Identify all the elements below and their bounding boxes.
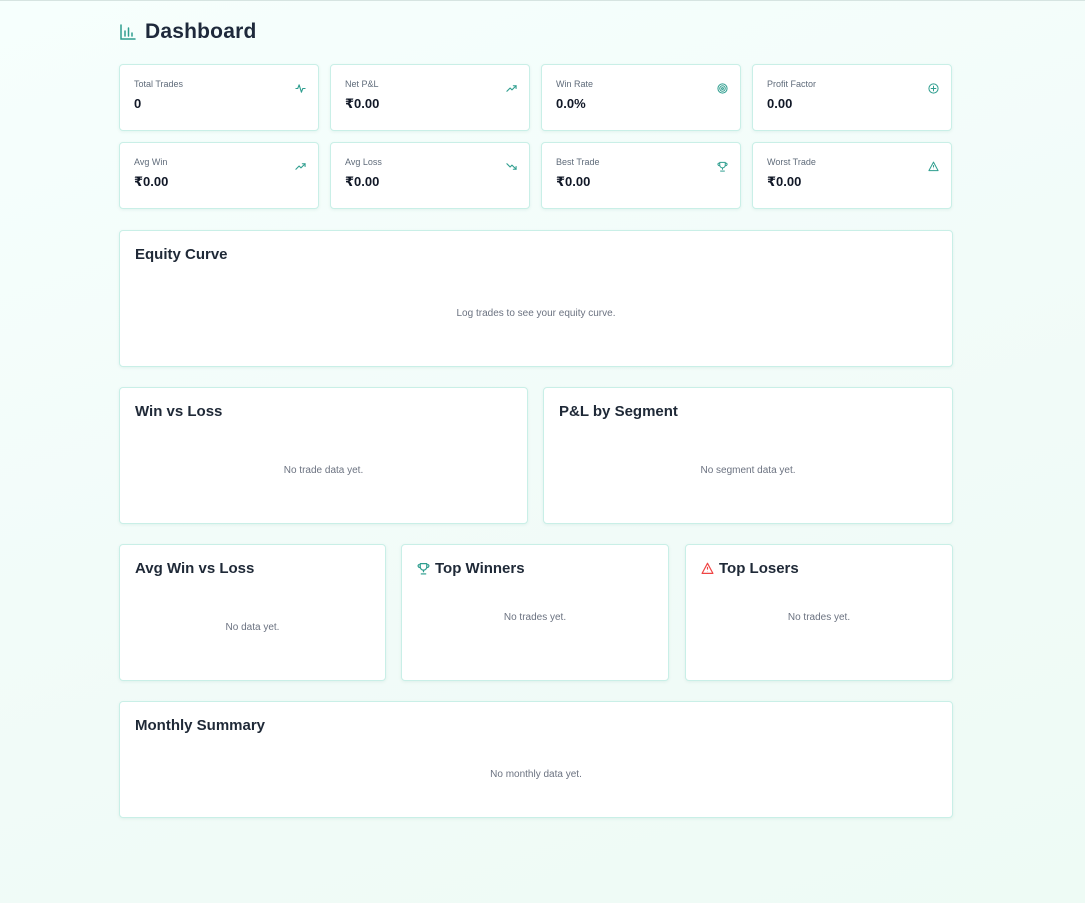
page-header: Dashboard: [119, 15, 953, 49]
dashboard-content: Dashboard Total Trades 0 Net P&L ₹0.00 W…: [119, 0, 953, 818]
stat-label: Win Rate: [556, 79, 594, 89]
card-title: Win vs Loss: [135, 403, 223, 420]
stat-card-avg-win: Avg Win ₹0.00: [119, 142, 319, 209]
card-title: P&L by Segment: [559, 403, 678, 420]
stat-value: 0.0%: [556, 96, 586, 111]
empty-state-text: No trades yet.: [787, 612, 851, 623]
stat-value: ₹0.00: [134, 174, 169, 189]
gauge-icon: [928, 81, 939, 94]
stat-value: ₹0.00: [556, 174, 591, 189]
alert-triangle-icon: [701, 562, 714, 575]
stat-label: Total Trades: [134, 79, 184, 89]
empty-state-text: Log trades to see your equity curve.: [456, 308, 616, 319]
stat-card-profit-factor: Profit Factor 0.00: [752, 64, 952, 131]
card-title: Avg Win vs Loss: [135, 560, 255, 577]
activity-icon: [295, 81, 306, 93]
card-title-text: Top Losers: [719, 560, 799, 577]
stat-value: 0.00: [767, 96, 793, 111]
stat-card-avg-loss: Avg Loss ₹0.00: [330, 142, 530, 209]
card-title-text: Top Winners: [435, 560, 525, 577]
stat-label: Profit Factor: [767, 79, 817, 89]
stat-card-best-trade: Best Trade ₹0.00: [541, 142, 741, 209]
stat-label: Best Trade: [556, 157, 600, 167]
stat-label: Avg Loss: [345, 157, 382, 167]
empty-state-text: No segment data yet.: [700, 465, 796, 476]
empty-state-text: No data yet.: [225, 622, 280, 633]
equity-curve-card: Equity Curve Log trades to see your equi…: [119, 230, 953, 367]
card-title: Top Losers: [701, 560, 799, 577]
pnl-by-segment-card: P&L by Segment No segment data yet.: [543, 387, 953, 524]
stat-label: Net P&L: [345, 79, 379, 89]
stat-value: ₹0.00: [767, 174, 802, 189]
top-winners-card: Top Winners No trades yet.: [401, 544, 669, 681]
avg-win-vs-loss-card: Avg Win vs Loss No data yet.: [119, 544, 386, 681]
stats-grid: Total Trades 0 Net P&L ₹0.00 Win Rate 0.…: [119, 64, 953, 209]
stat-label: Avg Win: [134, 157, 168, 167]
alert-triangle-icon: [928, 159, 939, 172]
trophy-icon: [717, 159, 728, 172]
stat-card-total-trades: Total Trades 0: [119, 64, 319, 131]
trophy-icon: [417, 562, 430, 575]
top-losers-card: Top Losers No trades yet.: [685, 544, 953, 681]
stat-label: Worst Trade: [767, 157, 816, 167]
empty-state-text: No trade data yet.: [283, 465, 364, 476]
card-title: Top Winners: [417, 560, 525, 577]
card-title: Monthly Summary: [135, 717, 266, 734]
trending-down-icon: [506, 159, 517, 170]
stat-value: ₹0.00: [345, 174, 380, 189]
win-vs-loss-card: Win vs Loss No trade data yet.: [119, 387, 528, 524]
monthly-summary-card: Monthly Summary No monthly data yet.: [119, 701, 953, 818]
empty-state-text: No monthly data yet.: [490, 769, 582, 780]
empty-state-text: No trades yet.: [503, 612, 567, 623]
trending-up-icon: [295, 159, 306, 170]
stat-card-worst-trade: Worst Trade ₹0.00: [752, 142, 952, 209]
stat-value: ₹0.00: [345, 96, 380, 111]
stat-value: 0: [134, 96, 142, 111]
target-icon: [717, 81, 728, 94]
stat-card-net-pnl: Net P&L ₹0.00: [330, 64, 530, 131]
bar-chart-icon: [119, 23, 137, 41]
trending-up-icon: [506, 81, 517, 92]
card-title: Equity Curve: [135, 246, 228, 263]
stat-card-win-rate: Win Rate 0.0%: [541, 64, 741, 131]
page-title: Dashboard: [145, 20, 257, 43]
